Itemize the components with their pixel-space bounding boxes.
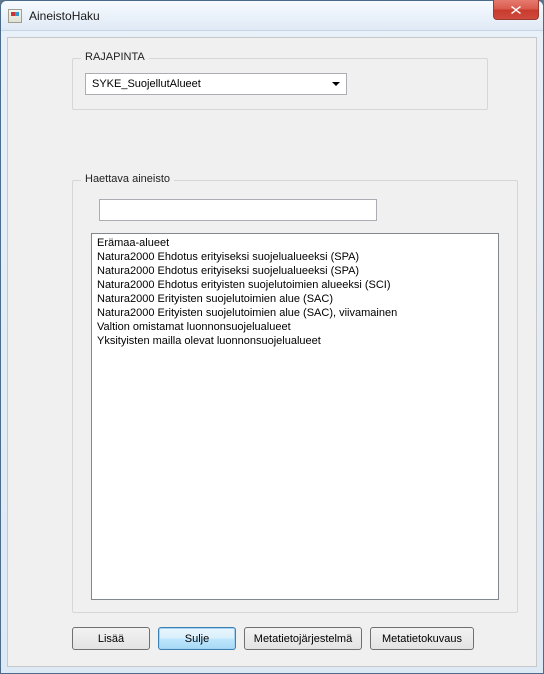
list-item[interactable]: Natura2000 Ehdotus erityiseksi suojelual… bbox=[95, 264, 495, 278]
window-title: AineistoHaku bbox=[29, 9, 100, 23]
list-item[interactable]: Valtion omistamat luonnonsuojelualueet bbox=[95, 320, 495, 334]
app-icon bbox=[7, 8, 23, 24]
dialog-window: AineistoHaku RAJAPINTA SYKE_SuojellutAlu… bbox=[0, 0, 544, 674]
metatietojarjestelma-button[interactable]: Metatietojärjestelmä bbox=[244, 627, 362, 650]
chevron-down-icon bbox=[332, 82, 340, 86]
group-rajapinta: RAJAPINTA SYKE_SuojellutAlueet bbox=[72, 58, 488, 110]
rajapinta-label: RAJAPINTA bbox=[81, 51, 149, 63]
haettava-label: Haettava aineisto bbox=[81, 173, 174, 185]
button-row: Lisää Sulje Metatietojärjestelmä Metatie… bbox=[72, 627, 520, 650]
sulje-button[interactable]: Sulje bbox=[158, 627, 236, 650]
list-item[interactable]: Natura2000 Ehdotus erityisten suojelutoi… bbox=[95, 278, 495, 292]
client-area: RAJAPINTA SYKE_SuojellutAlueet Haettava … bbox=[7, 37, 537, 667]
close-icon bbox=[511, 6, 521, 14]
list-item[interactable]: Erämaa-alueet bbox=[95, 236, 495, 250]
close-button[interactable] bbox=[493, 0, 539, 20]
window-controls bbox=[493, 0, 539, 20]
rajapinta-selected-value: SYKE_SuojellutAlueet bbox=[92, 78, 201, 90]
rajapinta-combobox[interactable]: SYKE_SuojellutAlueet bbox=[85, 73, 347, 95]
aineisto-listbox[interactable]: Erämaa-alueetNatura2000 Ehdotus erityise… bbox=[91, 233, 499, 600]
metatietokuvaus-button[interactable]: Metatietokuvaus bbox=[370, 627, 474, 650]
list-item[interactable]: Yksityisten mailla olevat luonnonsuojelu… bbox=[95, 334, 495, 348]
list-item[interactable]: Natura2000 Erityisten suojelutoimien alu… bbox=[95, 292, 495, 306]
lisaa-button[interactable]: Lisää bbox=[72, 627, 150, 650]
titlebar[interactable]: AineistoHaku bbox=[1, 1, 543, 31]
list-item[interactable]: Natura2000 Ehdotus erityiseksi suojelual… bbox=[95, 250, 495, 264]
filter-input[interactable] bbox=[99, 199, 377, 221]
list-item[interactable]: Natura2000 Erityisten suojelutoimien alu… bbox=[95, 306, 495, 320]
group-haettava-aineisto: Haettava aineisto Erämaa-alueetNatura200… bbox=[72, 180, 518, 613]
